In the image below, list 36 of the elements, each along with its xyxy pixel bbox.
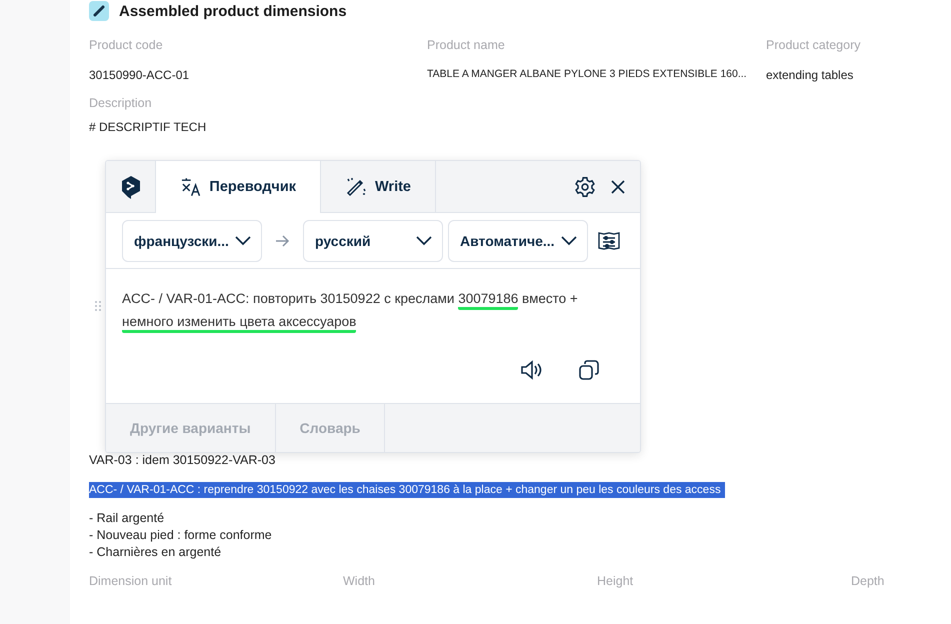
ruler-icon (89, 1, 109, 21)
column-header: Depth (851, 574, 886, 588)
list-item: - Charnières en argenté (89, 544, 222, 560)
speaker-icon[interactable] (520, 359, 542, 381)
column-header: Dimension unit (89, 574, 173, 588)
close-icon[interactable] (610, 178, 626, 194)
language-select[interactable]: Автоматиче... (448, 220, 588, 262)
description-heading: # DESCRIPTIF TECH (89, 120, 208, 134)
list-item: - Nouveau pied : forme conforme (89, 527, 273, 543)
description-line: VAR-03 : idem 30150922-VAR-03 (89, 452, 276, 468)
section-title: Assembled product dimensions (119, 2, 347, 20)
settings-icon[interactable] (574, 176, 596, 198)
column-header: Height (597, 574, 634, 588)
chevron-down-icon (416, 236, 432, 246)
drag-handle-icon[interactable] (94, 301, 100, 311)
field-label: Product category (766, 38, 862, 52)
field-value: extending tables (766, 68, 854, 82)
arrow-right-icon (275, 234, 290, 246)
field-value: TABLE A MANGER ALBANE PYLONE 3 PIEDS EXTENSIBLE 160... (427, 68, 748, 82)
logo-icon (120, 174, 140, 198)
language-select[interactable]: французски... (122, 220, 262, 262)
field-value: 30150990-ACC-01 (89, 68, 190, 82)
field-label: Description (89, 96, 153, 110)
column-header: Width (343, 574, 376, 588)
list-item: - Rail argenté (89, 510, 166, 526)
translate-icon (180, 176, 202, 198)
field-label: Product name (427, 38, 506, 52)
tab[interactable]: Переводчик (156, 161, 321, 213)
copy-icon[interactable] (578, 359, 600, 381)
magic-wand-icon (345, 176, 367, 198)
glossary-icon[interactable] (598, 230, 620, 250)
language-select[interactable]: русский (303, 220, 443, 262)
field-label: Product code (89, 38, 164, 52)
chevron-down-icon (561, 236, 577, 246)
chevron-down-icon (235, 236, 251, 246)
translation-text: ACC- / VAR-01-ACC: повторить 30150922 с креслами 30079186 вместо + немного изменить цвета аксессуаров (122, 287, 624, 333)
